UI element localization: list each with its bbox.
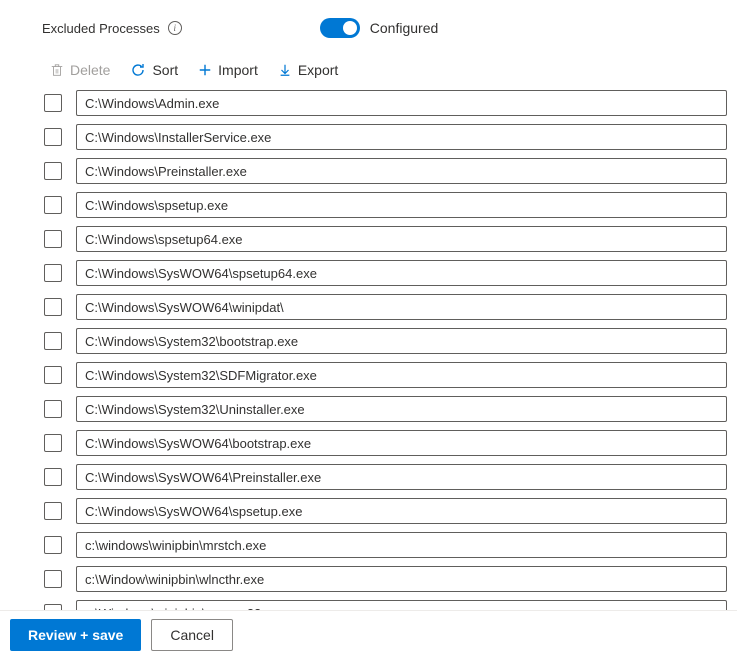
row-checkbox[interactable]: [44, 128, 62, 146]
toggle-wrap: Configured: [320, 18, 439, 38]
process-path-input[interactable]: [76, 294, 727, 320]
list-item: [44, 328, 727, 354]
process-path-input[interactable]: [76, 124, 727, 150]
setting-header: Excluded Processes i Configured: [0, 0, 737, 38]
import-button[interactable]: Import: [198, 62, 258, 78]
list-item: [44, 600, 727, 610]
list-item: [44, 532, 727, 558]
row-checkbox[interactable]: [44, 264, 62, 282]
row-checkbox[interactable]: [44, 400, 62, 418]
row-checkbox[interactable]: [44, 434, 62, 452]
list-item: [44, 396, 727, 422]
export-label: Export: [298, 62, 338, 78]
trash-icon: [50, 63, 64, 77]
info-icon[interactable]: i: [168, 21, 182, 35]
list-item: [44, 226, 727, 252]
row-checkbox[interactable]: [44, 162, 62, 180]
download-icon: [278, 63, 292, 77]
process-path-input[interactable]: [76, 260, 727, 286]
row-checkbox[interactable]: [44, 196, 62, 214]
row-checkbox[interactable]: [44, 332, 62, 350]
process-path-input[interactable]: [76, 600, 727, 610]
row-checkbox[interactable]: [44, 468, 62, 486]
list-item: [44, 90, 727, 116]
row-checkbox[interactable]: [44, 94, 62, 112]
configured-toggle[interactable]: [320, 18, 360, 38]
sort-label: Sort: [152, 62, 178, 78]
process-path-input[interactable]: [76, 328, 727, 354]
list-item: [44, 192, 727, 218]
process-path-input[interactable]: [76, 430, 727, 456]
process-path-input[interactable]: [76, 396, 727, 422]
list-item: [44, 430, 727, 456]
list-item: [44, 566, 727, 592]
process-path-input[interactable]: [76, 158, 727, 184]
plus-icon: [198, 63, 212, 77]
list-item: [44, 124, 727, 150]
list-item: [44, 294, 727, 320]
row-checkbox[interactable]: [44, 570, 62, 588]
process-list: [0, 90, 737, 610]
list-item: [44, 464, 727, 490]
toggle-label: Configured: [370, 20, 439, 36]
list-item: [44, 362, 727, 388]
delete-label: Delete: [70, 62, 110, 78]
process-path-input[interactable]: [76, 566, 727, 592]
process-path-input[interactable]: [76, 192, 727, 218]
process-path-input[interactable]: [76, 464, 727, 490]
import-label: Import: [218, 62, 258, 78]
row-checkbox[interactable]: [44, 536, 62, 554]
row-checkbox[interactable]: [44, 230, 62, 248]
row-checkbox[interactable]: [44, 298, 62, 316]
process-path-input[interactable]: [76, 362, 727, 388]
delete-button[interactable]: Delete: [50, 62, 110, 78]
review-save-button[interactable]: Review + save: [10, 619, 141, 651]
setting-label: Excluded Processes: [42, 21, 160, 36]
row-checkbox[interactable]: [44, 366, 62, 384]
process-path-input[interactable]: [76, 532, 727, 558]
footer-bar: Review + save Cancel: [0, 610, 737, 659]
export-button[interactable]: Export: [278, 62, 338, 78]
process-path-input[interactable]: [76, 90, 727, 116]
process-path-input[interactable]: [76, 226, 727, 252]
process-path-input[interactable]: [76, 498, 727, 524]
list-toolbar: Delete Sort Import Export: [0, 38, 737, 90]
row-checkbox[interactable]: [44, 502, 62, 520]
sort-button[interactable]: Sort: [130, 62, 178, 78]
list-item: [44, 498, 727, 524]
cancel-button[interactable]: Cancel: [151, 619, 233, 651]
list-item: [44, 158, 727, 184]
list-item: [44, 260, 727, 286]
refresh-icon: [130, 62, 146, 78]
